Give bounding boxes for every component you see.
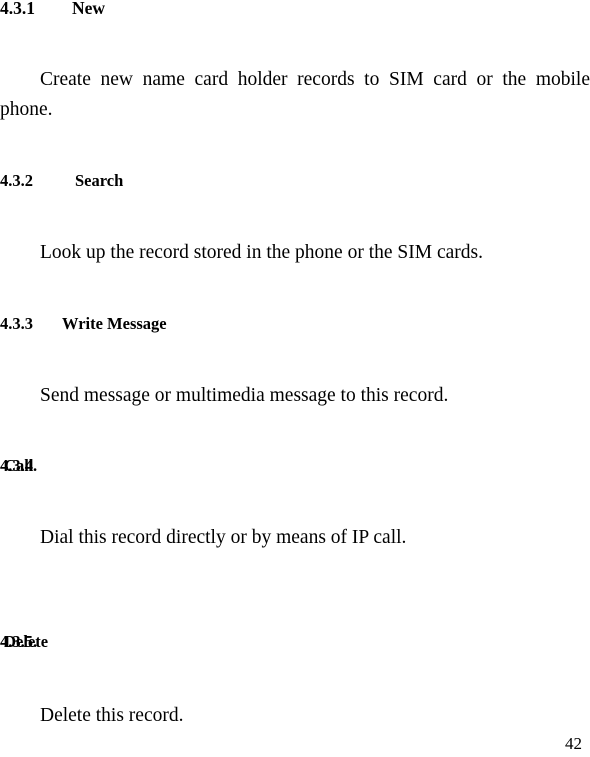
section-title-4-3-2: Search [75,171,124,190]
section-heading-4-3-4: 4.3.4. Call [0,456,38,475]
section-title-4-3-3: Write Message [62,314,167,333]
section-number-4-3-2: 4.3.2 [0,171,33,190]
section-heading-4-3-5: 4.3.5. Delete [0,632,49,651]
section-heading-4-3-1: 4.3.1 New [0,0,105,18]
section-body-4-3-5: Delete this record. [40,705,184,726]
section-number-4-3-3: 4.3.3 [0,314,33,333]
section-title-4-3-5: Delete [4,632,49,651]
section-title-4-3-1: New [72,0,106,18]
section-heading-4-3-3: 4.3.3 Write Message [0,314,167,333]
section-title-4-3-4: Call [4,456,34,475]
section-body-4-3-4: Dial this record directly or by means of… [40,527,407,548]
document-page: 4.3.1 New Create new name card holder rec… [0,0,590,757]
section-body-4-3-2: Look up the record stored in the phone o… [40,242,483,263]
section-number-4-3-1: 4.3.1 [0,0,35,18]
section-heading-4-3-2: 4.3.2 Search [0,171,124,190]
section-body-4-3-1: Create new name card holder records to S… [0,69,590,120]
page-number: 42 [565,734,582,753]
section-body-4-3-3: Send message or multimedia message to th… [40,385,449,406]
